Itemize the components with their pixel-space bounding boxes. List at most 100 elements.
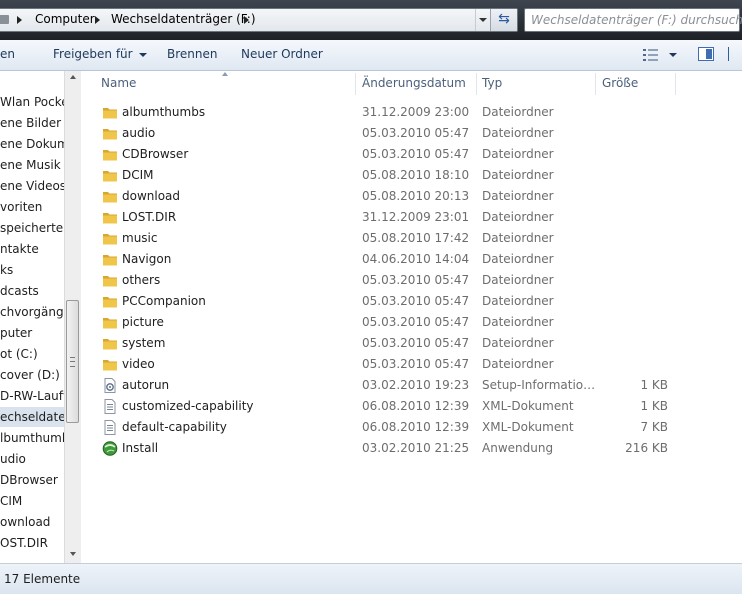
nav-item[interactable]: speicherte S [0, 218, 64, 238]
file-type: Dateiordner [482, 252, 554, 266]
file-type: Anwendung [482, 441, 554, 455]
search-input[interactable]: Wechseldatenträger (F:) durchsuchen [524, 8, 742, 32]
refresh-button[interactable]: ⇆ [490, 9, 517, 31]
share-button-label: Freigeben für [53, 47, 133, 61]
nav-item[interactable]: Wlan Pocket [0, 92, 64, 112]
column-divider[interactable] [675, 73, 676, 95]
application-icon [102, 441, 118, 456]
column-divider[interactable] [476, 73, 477, 95]
file-type: Dateiordner [482, 105, 554, 119]
sort-ascending-icon [222, 72, 228, 76]
nav-item[interactable]: ks [0, 260, 13, 280]
file-row[interactable]: others 05.03.2010 05:47 Dateiordner [81, 270, 742, 291]
file-row[interactable]: DCIM 05.08.2010 18:10 Dateiordner [81, 165, 742, 186]
share-button[interactable]: Freigeben für [53, 47, 147, 61]
file-row[interactable]: audio 05.03.2010 05:47 Dateiordner [81, 123, 742, 144]
nav-item[interactable]: D-RW-Laufv [0, 386, 64, 406]
scrollbar-thumb[interactable] [66, 300, 79, 423]
item-count: 17 Elemente [4, 572, 81, 586]
file-row[interactable]: autorun 03.02.2010 19:23 Setup-Informatio…… [81, 375, 742, 396]
column-header-date[interactable]: Änderungsdatum [362, 71, 466, 96]
file-type: Dateiordner [482, 357, 554, 371]
nav-item[interactable]: ene Dokume [0, 134, 64, 154]
command-bar: en Freigeben für Brennen Neuer Ordner [0, 40, 742, 71]
grip-icon [70, 357, 75, 367]
breadcrumb-separator-icon[interactable] [244, 16, 249, 24]
column-divider[interactable] [595, 73, 596, 95]
file-date: 05.03.2010 05:47 [362, 357, 470, 371]
breadcrumb-item-drive[interactable]: Wechseldatenträger (F:) [111, 12, 256, 26]
view-options-icon[interactable] [643, 49, 659, 61]
file-date: 03.02.2010 21:25 [362, 441, 470, 455]
file-size: 216 KB [625, 441, 668, 455]
file-row[interactable]: LOST.DIR 31.12.2009 23:01 Dateiordner [81, 207, 742, 228]
nav-item[interactable]: echseldatent [0, 407, 64, 427]
navigation-scrollbar[interactable] [64, 71, 81, 563]
column-divider[interactable] [355, 73, 356, 95]
file-row[interactable]: default-capability 06.08.2010 12:39 XML-Do… [81, 417, 742, 438]
file-type: XML-Dokument [482, 399, 574, 413]
file-date: 05.03.2010 05:47 [362, 126, 470, 140]
column-header-size[interactable]: Größe [602, 71, 638, 96]
folder-icon [102, 210, 118, 225]
file-row[interactable]: CDBrowser 05.03.2010 05:47 Dateiordner [81, 144, 742, 165]
scroll-down-icon[interactable] [70, 552, 76, 556]
file-type: Dateiordner [482, 210, 554, 224]
nav-item[interactable]: CIM [0, 491, 22, 511]
file-row[interactable]: PCCompanion 05.03.2010 05:47 Dateiordner [81, 291, 742, 312]
file-row[interactable]: system 05.03.2010 05:47 Dateiordner [81, 333, 742, 354]
nav-item[interactable]: ene Bilder [0, 113, 61, 133]
file-date: 06.08.2010 12:39 [362, 420, 470, 434]
file-row[interactable]: albumthumbs 31.12.2009 23:00 Dateiordner [81, 102, 742, 123]
file-date: 05.03.2010 05:47 [362, 315, 470, 329]
nav-item[interactable]: puter [0, 323, 32, 343]
breadcrumb-separator-icon[interactable] [95, 16, 100, 24]
folder-icon [102, 168, 118, 183]
nav-item[interactable]: chvorgänge [0, 302, 64, 322]
file-name: picture [122, 315, 164, 329]
file-row[interactable]: Install 03.02.2010 21:25 Anwendung 216 KB [81, 438, 742, 459]
file-row[interactable]: download 05.08.2010 20:13 Dateiordner [81, 186, 742, 207]
folder-icon [102, 294, 118, 309]
nav-item[interactable]: ntakte [0, 239, 39, 259]
file-row[interactable]: music 05.08.2010 17:42 Dateiordner [81, 228, 742, 249]
breadcrumb-separator-icon[interactable] [17, 16, 22, 24]
file-date: 05.03.2010 05:47 [362, 147, 470, 161]
address-history-dropdown[interactable] [475, 9, 490, 31]
column-header-type[interactable]: Typ [482, 71, 502, 96]
view-options-dropdown-icon[interactable] [669, 53, 677, 57]
help-button[interactable] [728, 47, 742, 61]
nav-item[interactable]: voriten [0, 197, 42, 217]
file-name: customized-capability [122, 399, 254, 413]
scroll-up-icon[interactable] [70, 75, 76, 79]
nav-item[interactable]: cover (D:) [0, 365, 60, 385]
nav-item[interactable]: udio [0, 449, 26, 469]
file-row[interactable]: Navigon 04.06.2010 14:04 Dateiordner [81, 249, 742, 270]
file-name: others [122, 273, 161, 287]
nav-item[interactable]: ot (C:) [0, 344, 38, 364]
nav-item[interactable]: ene Musik [0, 155, 61, 175]
file-type: Dateiordner [482, 126, 554, 140]
new-folder-button[interactable]: Neuer Ordner [241, 47, 323, 61]
nav-item[interactable]: OST.DIR [0, 533, 48, 553]
file-row[interactable]: picture 05.03.2010 05:47 Dateiordner [81, 312, 742, 333]
breadcrumb-item-computer[interactable]: Computer [35, 12, 95, 26]
breadcrumb[interactable]: Computer Wechseldatenträger (F:) ⇆ [0, 8, 518, 32]
nav-item[interactable]: DBrowser [0, 470, 58, 490]
nav-item[interactable]: ownload [0, 512, 50, 532]
nav-item[interactable]: lbumthumb [0, 428, 64, 448]
folder-icon [102, 126, 118, 141]
folder-icon [102, 147, 118, 162]
organize-button[interactable]: en [0, 47, 15, 61]
file-row[interactable]: video 05.03.2010 05:47 Dateiordner [81, 354, 742, 375]
burn-button[interactable]: Brennen [167, 47, 217, 61]
column-header-name[interactable]: Name [101, 71, 136, 96]
nav-item[interactable]: ene Videos [0, 176, 64, 196]
file-date: 31.12.2009 23:00 [362, 105, 470, 119]
file-name: system [122, 336, 166, 350]
preview-pane-button[interactable] [698, 47, 714, 61]
nav-item[interactable]: dcasts [0, 281, 39, 301]
file-row[interactable]: customized-capability 06.08.2010 12:39 XML… [81, 396, 742, 417]
file-name: download [122, 189, 181, 203]
file-type: Dateiordner [482, 189, 554, 203]
